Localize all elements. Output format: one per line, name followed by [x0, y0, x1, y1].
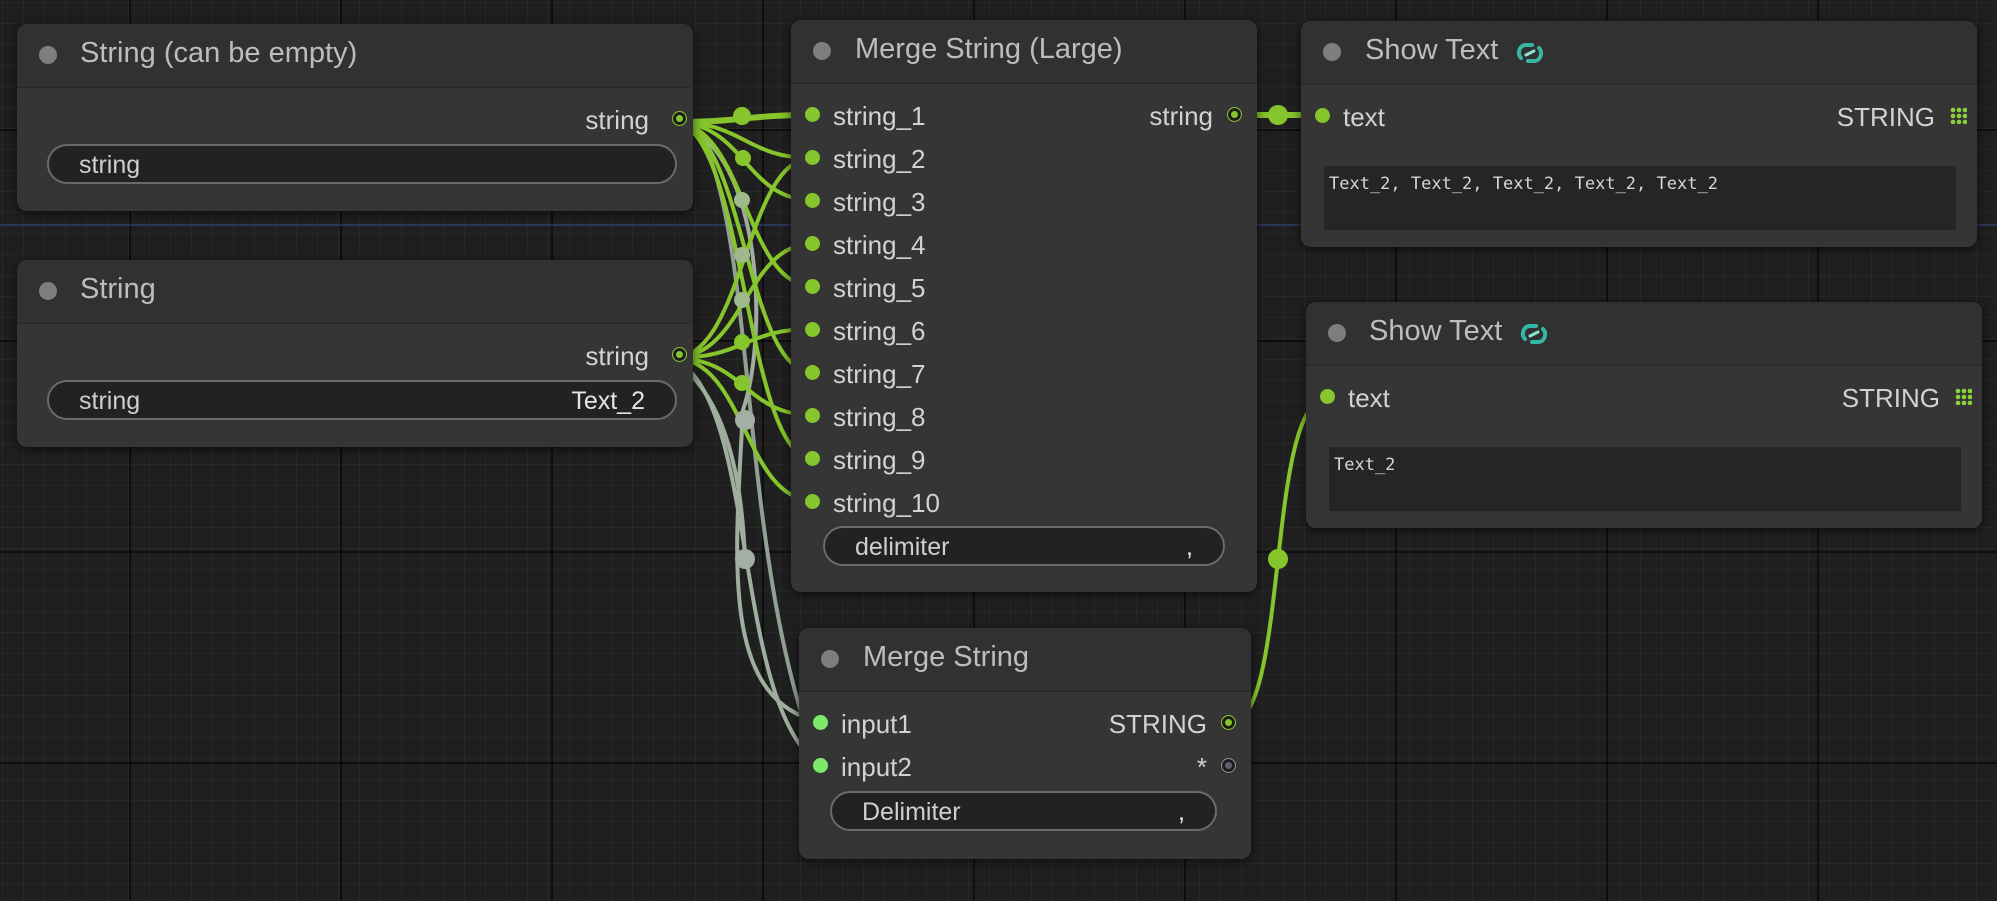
- input-socket-string-8[interactable]: [805, 408, 820, 423]
- string-widget[interactable]: string: [47, 144, 677, 184]
- input-socket-string-9[interactable]: [805, 451, 820, 466]
- node-status-icon[interactable]: [813, 42, 831, 60]
- show-text-node-1[interactable]: Show Text text STRING Text_2, Text_2, Te…: [1301, 21, 1977, 247]
- input-label: text: [1348, 383, 1390, 413]
- input-label: string_3: [833, 187, 926, 217]
- node-title: Merge String: [863, 641, 1030, 673]
- widget-label: delimiter: [855, 533, 950, 561]
- input-label: input2: [841, 752, 912, 782]
- string-node[interactable]: String string string Text_2: [17, 260, 693, 447]
- widget-value: Text_2: [571, 387, 645, 415]
- input-socket-string-2[interactable]: [805, 150, 820, 165]
- node-status-icon[interactable]: [1328, 324, 1346, 342]
- widget-label: Delimiter: [862, 798, 961, 826]
- output-label-any: *: [1196, 752, 1207, 782]
- input-label: string_9: [833, 445, 926, 475]
- merge-string-large-node[interactable]: Merge String (Large) string string_1 str…: [791, 20, 1257, 592]
- delimiter-widget[interactable]: delimiter ,: [823, 526, 1225, 566]
- output-socket[interactable]: [1221, 715, 1236, 730]
- node-title: Show Text: [1369, 315, 1503, 347]
- node-status-icon[interactable]: [1323, 43, 1341, 61]
- input-label: string_4: [833, 230, 926, 260]
- merge-string-node[interactable]: Merge String input1 input2 STRING * Deli…: [799, 628, 1251, 859]
- node-title-bar[interactable]: String (can be empty): [17, 24, 693, 88]
- output-socket-any[interactable]: [1221, 758, 1236, 773]
- input-label: string_8: [833, 402, 926, 432]
- text-display[interactable]: Text_2, Text_2, Text_2, Text_2, Text_2: [1324, 166, 1956, 230]
- node-title-bar[interactable]: String: [17, 260, 693, 324]
- input-socket-string-5[interactable]: [805, 279, 820, 294]
- node-title-bar[interactable]: Show Text: [1301, 21, 1977, 85]
- input-label: string_7: [833, 359, 926, 389]
- input-socket-input2[interactable]: [813, 758, 828, 773]
- text-display[interactable]: Text_2: [1329, 447, 1961, 511]
- output-socket[interactable]: [672, 111, 687, 126]
- widget-value: ,: [1178, 798, 1185, 826]
- node-title: Show Text: [1365, 34, 1499, 66]
- string-empty-node[interactable]: String (can be empty) string string: [17, 24, 693, 211]
- link-chain-icon: [1516, 43, 1544, 63]
- output-label: STRING: [1836, 102, 1935, 132]
- widget-value: ,: [1186, 533, 1193, 561]
- input-label: string_10: [833, 488, 940, 518]
- input-socket-string-1[interactable]: [805, 107, 820, 122]
- node-title-bar[interactable]: Merge String (Large): [791, 20, 1257, 84]
- input-socket-string-7[interactable]: [805, 365, 820, 380]
- input-socket-string-4[interactable]: [805, 236, 820, 251]
- input-socket-string-3[interactable]: [805, 193, 820, 208]
- node-title-bar[interactable]: Merge String: [799, 628, 1251, 692]
- input-socket-input1[interactable]: [813, 715, 828, 730]
- widget-label: string: [79, 151, 141, 179]
- output-label: STRING: [1108, 709, 1207, 739]
- input-label: string_2: [833, 144, 926, 174]
- output-label: string: [1149, 101, 1213, 131]
- grid-dots-icon[interactable]: [1950, 107, 1967, 124]
- input-label: input1: [841, 709, 912, 739]
- node-title: Merge String (Large): [855, 33, 1123, 65]
- node-title-bar[interactable]: Show Text: [1306, 302, 1982, 366]
- input-label: string_5: [833, 273, 926, 303]
- input-label: text: [1343, 102, 1385, 132]
- output-label: string: [585, 341, 649, 371]
- node-status-icon[interactable]: [39, 282, 57, 300]
- output-socket[interactable]: [1227, 107, 1242, 122]
- input-socket-string-6[interactable]: [805, 322, 820, 337]
- widget-label: string: [79, 387, 141, 415]
- output-label: STRING: [1841, 383, 1940, 413]
- delimiter-widget[interactable]: Delimiter ,: [830, 791, 1217, 831]
- input-label: string_6: [833, 316, 926, 346]
- grid-dots-icon[interactable]: [1955, 388, 1972, 405]
- node-status-icon[interactable]: [821, 650, 839, 668]
- show-text-node-2[interactable]: Show Text text STRING Text_2: [1306, 302, 1982, 528]
- node-title: String (can be empty): [80, 37, 358, 69]
- string-widget[interactable]: string Text_2: [47, 380, 677, 420]
- node-title: String: [80, 273, 156, 305]
- node-status-icon[interactable]: [39, 46, 57, 64]
- input-socket-text[interactable]: [1315, 108, 1330, 123]
- input-label: string_1: [833, 101, 926, 131]
- input-socket-text[interactable]: [1320, 389, 1335, 404]
- output-label: string: [585, 105, 649, 135]
- output-socket[interactable]: [672, 347, 687, 362]
- input-socket-string-10[interactable]: [805, 494, 820, 509]
- link-chain-icon: [1520, 324, 1548, 344]
